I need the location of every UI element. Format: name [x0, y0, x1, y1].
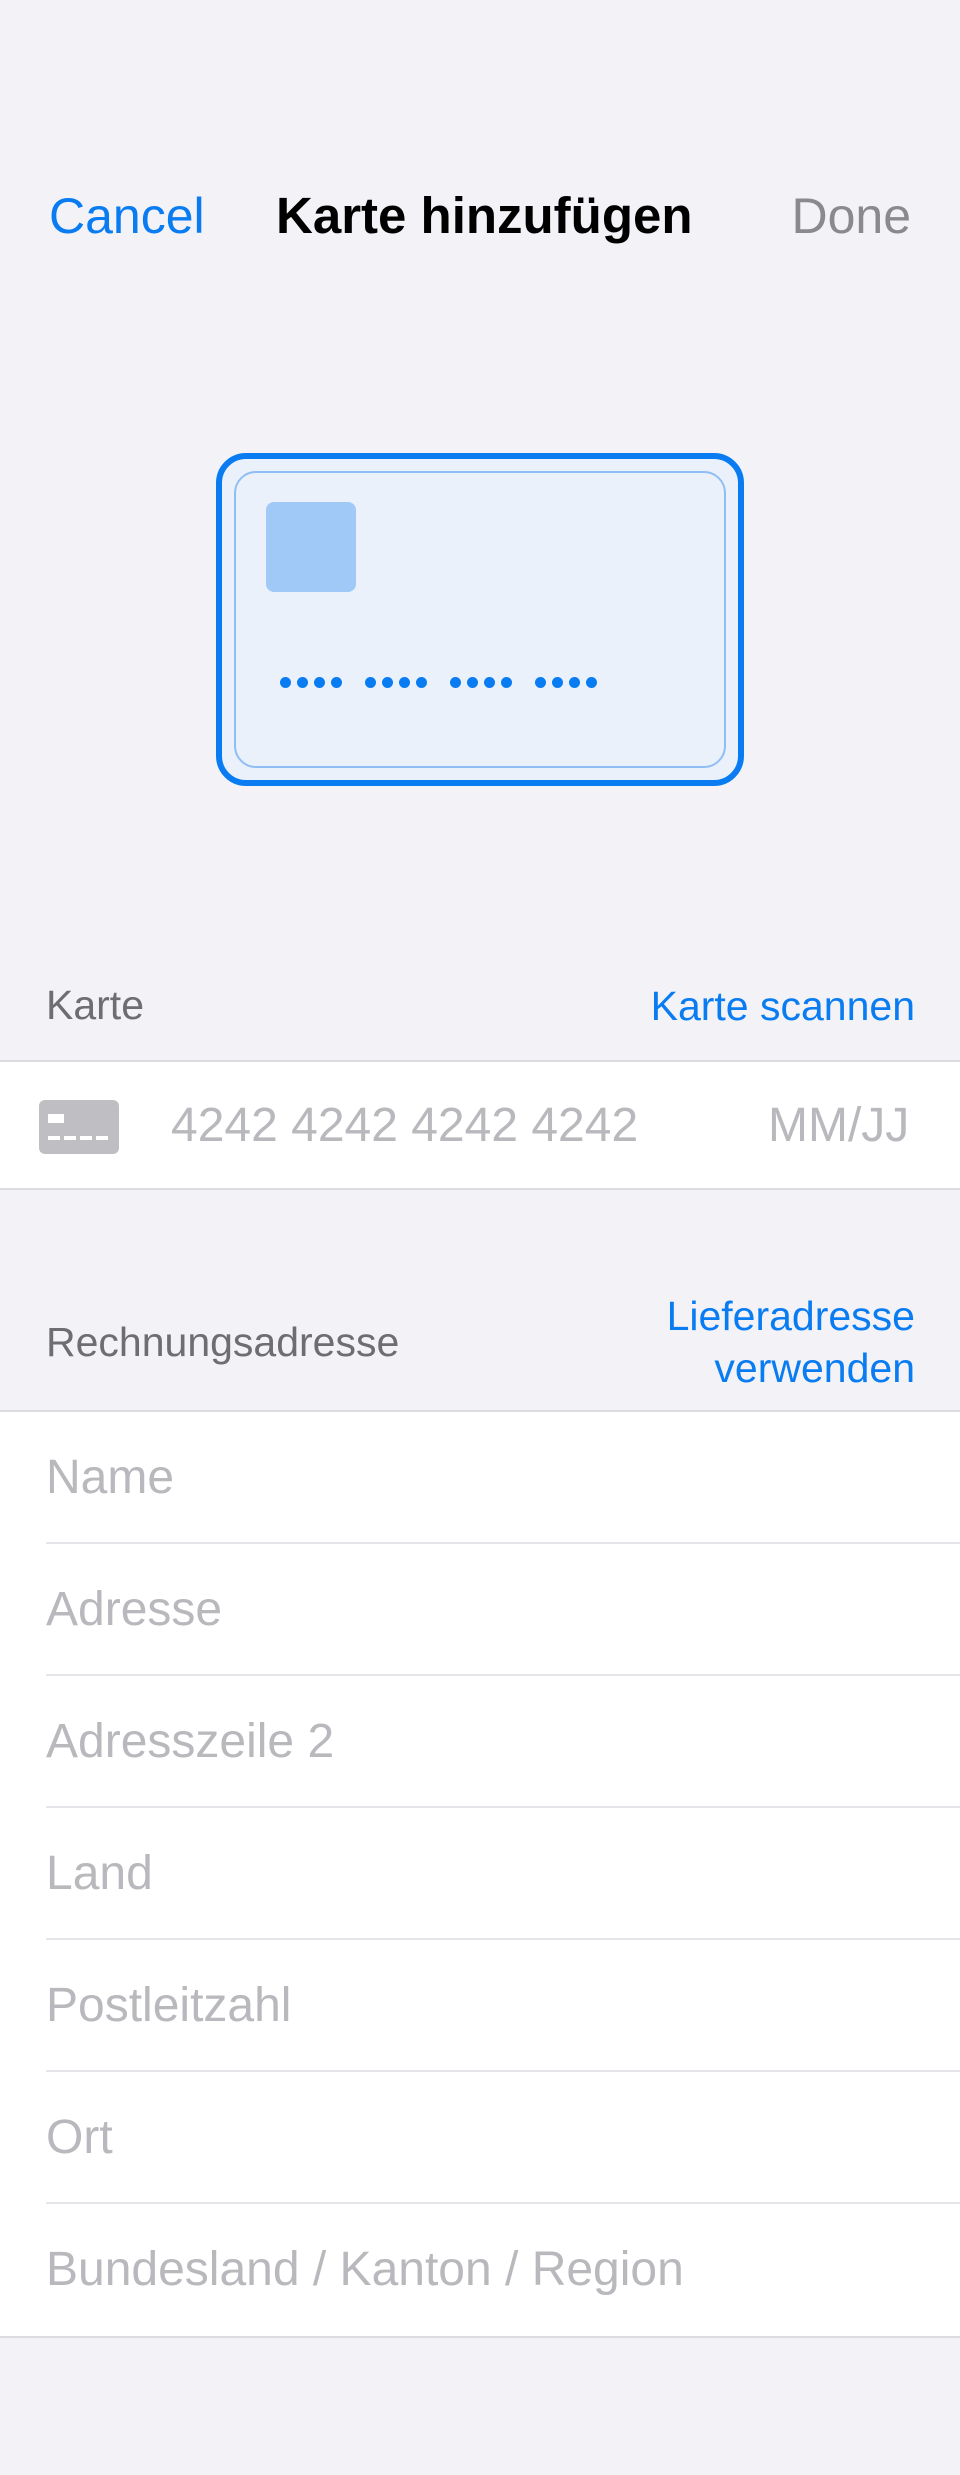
dot: [416, 677, 427, 688]
postal-code-field[interactable]: [46, 1977, 926, 2035]
dot: [450, 677, 461, 688]
dot: [331, 677, 342, 688]
card-number-input[interactable]: [171, 1097, 731, 1155]
billing-address-form: [0, 1410, 960, 2338]
card-section-title: Karte: [46, 982, 144, 1028]
billing-section-title: Rechnungsadresse: [46, 1319, 400, 1365]
page-title: Karte hinzufügen: [276, 187, 693, 244]
dot: [552, 677, 563, 688]
address-row-state: [0, 2204, 960, 2336]
done-button[interactable]: Done: [791, 186, 911, 246]
card-section-header: Karte Karte scannen: [0, 980, 960, 1040]
dot: [467, 677, 478, 688]
address-field[interactable]: [46, 1581, 926, 1639]
dot: [569, 677, 580, 688]
dot-group: [535, 677, 597, 688]
address-line-2-field[interactable]: [46, 1713, 926, 1771]
navigation-bar: Cancel Karte hinzufügen Done: [0, 0, 960, 300]
state-field[interactable]: [46, 2241, 926, 2299]
dot: [501, 677, 512, 688]
billing-section-header: Rechnungsadresse Lieferadresse verwenden: [0, 1290, 960, 1400]
card-number-dots: [280, 677, 597, 688]
name-field[interactable]: [46, 1449, 926, 1507]
cancel-button[interactable]: Cancel: [49, 186, 205, 246]
dot: [382, 677, 393, 688]
use-shipping-address-line1: Lieferadresse: [666, 1293, 915, 1339]
dot: [365, 677, 376, 688]
dot-group: [365, 677, 427, 688]
dot: [484, 677, 495, 688]
country-field[interactable]: [46, 1845, 926, 1903]
address-row-postal-code: [0, 1940, 960, 2072]
scan-card-button[interactable]: Karte scannen: [651, 980, 915, 1032]
dot: [399, 677, 410, 688]
address-row-name: [0, 1412, 960, 1544]
address-row-country: [0, 1808, 960, 1940]
use-shipping-address-line2: verwenden: [714, 1345, 915, 1391]
dot-group: [280, 677, 342, 688]
card-illustration: [216, 453, 744, 786]
card-expiry-input[interactable]: [768, 1097, 928, 1155]
address-row-city: [0, 2072, 960, 2204]
dot: [297, 677, 308, 688]
card-input-row: [0, 1060, 960, 1190]
dot: [314, 677, 325, 688]
ci-line: [48, 1136, 110, 1140]
ci-box: [48, 1114, 64, 1123]
dot-group: [450, 677, 512, 688]
dot: [586, 677, 597, 688]
card-chip-icon: [266, 502, 356, 592]
dot: [535, 677, 546, 688]
address-row-address-line-2: [0, 1676, 960, 1808]
use-shipping-address-button[interactable]: Lieferadresse verwenden: [667, 1290, 915, 1394]
city-field[interactable]: [46, 2109, 926, 2167]
address-row-address: [0, 1544, 960, 1676]
credit-card-icon: [39, 1100, 119, 1154]
dot: [280, 677, 291, 688]
